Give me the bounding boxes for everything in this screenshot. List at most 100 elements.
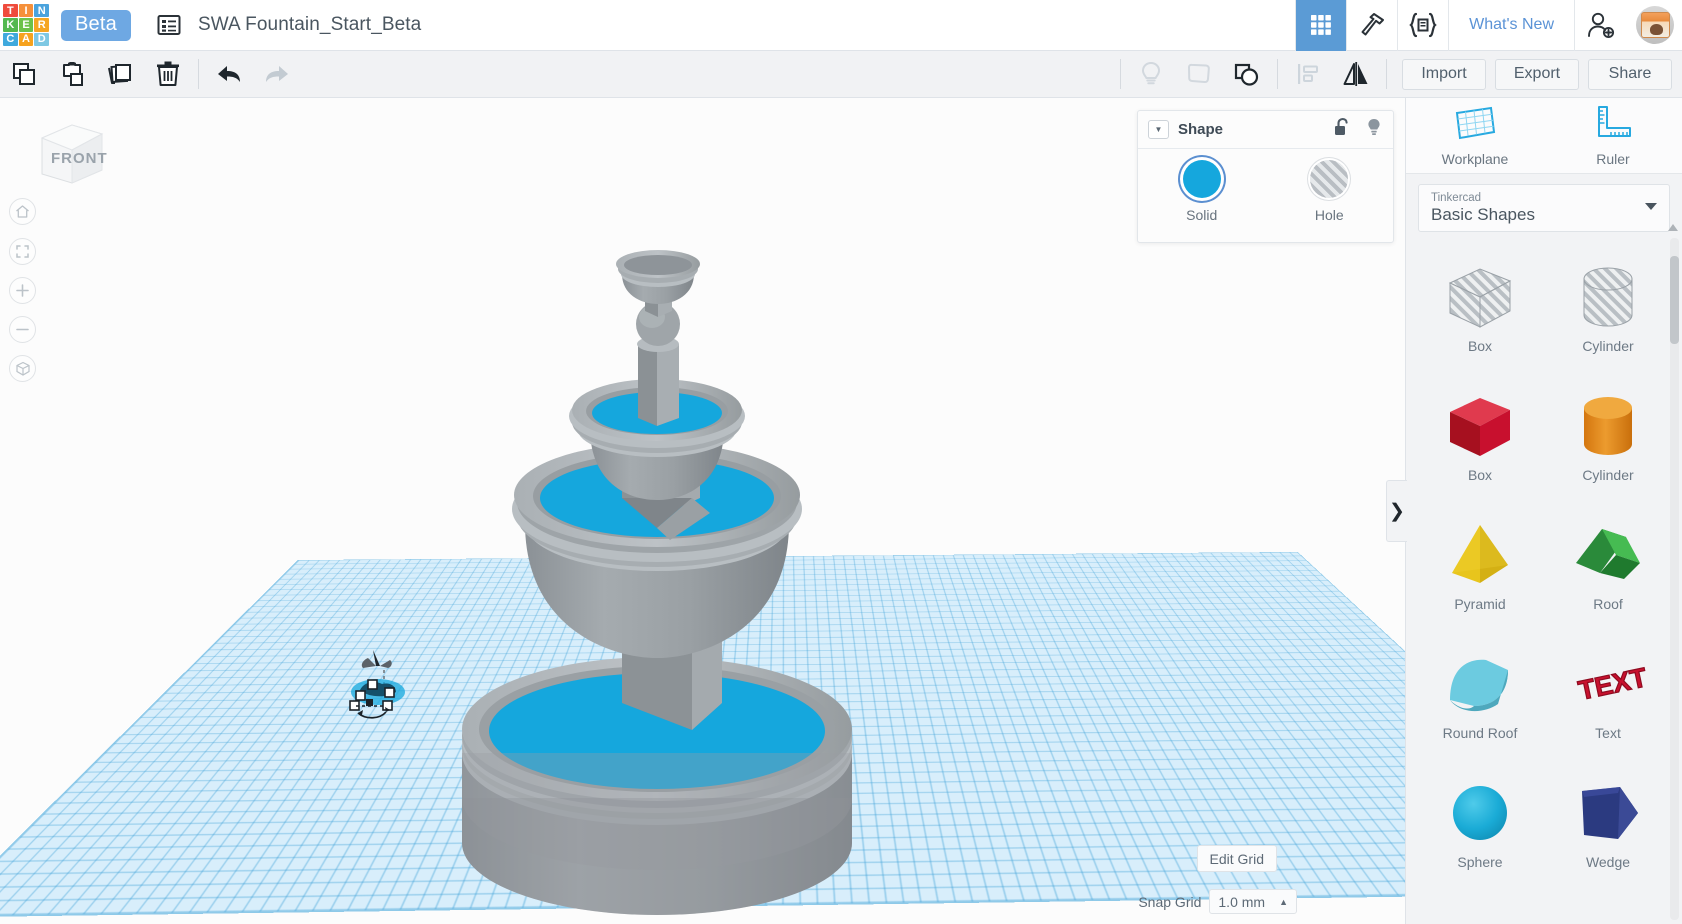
unlock-icon[interactable]	[1333, 117, 1351, 142]
shape-type-options: Solid Hole	[1138, 149, 1393, 223]
shape-item-wedge[interactable]: Wedge	[1548, 764, 1668, 893]
hole-label: Hole	[1314, 207, 1344, 223]
logo-tile-e: E	[18, 18, 34, 32]
toolbar-right-cluster: Import Export Share	[1114, 54, 1682, 94]
shape-item-pyramid[interactable]: Pyramid	[1420, 506, 1540, 635]
delete-button[interactable]	[144, 54, 192, 94]
top-bar-right-cluster: What's New	[1295, 0, 1682, 51]
right-sidebar: ❯ Workplane Ruler Tinkercad Basic Shapes…	[1386, 98, 1682, 924]
note-icon[interactable]	[1175, 54, 1223, 94]
whats-new-link[interactable]: What's New	[1448, 0, 1575, 51]
hole-swatch	[1310, 160, 1349, 198]
shape-hole-option[interactable]: Hole	[1310, 160, 1349, 223]
workplane-label: Workplane	[1441, 151, 1509, 167]
tinkercad-app: T I N K E R C A D Beta SWA Fountain_Star…	[0, 0, 1682, 924]
shape-label: Roof	[1593, 596, 1623, 612]
hole-cylinder-thumb	[1565, 254, 1651, 340]
shape-label: Cylinder	[1582, 338, 1634, 354]
duplicate-button[interactable]	[96, 54, 144, 94]
logo-tile-r: R	[34, 18, 49, 32]
shape-inspector-panel: ▼ Shape Solid Hole	[1137, 110, 1394, 243]
wedge-thumb	[1565, 770, 1651, 856]
ruler-label: Ruler	[1596, 151, 1630, 167]
scroll-up-arrow[interactable]	[1668, 224, 1678, 231]
export-button[interactable]: Export	[1495, 58, 1579, 90]
shape-item-box[interactable]: Box	[1420, 377, 1540, 506]
clipboard-group	[0, 51, 192, 98]
shape-item-sphere[interactable]: Sphere	[1420, 764, 1540, 893]
avatar-image	[1640, 12, 1670, 38]
workplane-tool[interactable]: Workplane	[1406, 104, 1544, 167]
ruler-icon	[1592, 104, 1634, 145]
shape-item-cylinder[interactable]: Cylinder	[1548, 377, 1668, 506]
shape-solid-option[interactable]: Solid	[1182, 160, 1221, 223]
edit-toolbar: Import Export Share	[0, 51, 1682, 98]
align-icon[interactable]	[1284, 54, 1332, 94]
light-bulb-icon[interactable]	[1127, 54, 1175, 94]
import-button[interactable]: Import	[1402, 58, 1486, 90]
shape-label: Round Roof	[1442, 725, 1518, 741]
toolbar-divider-2	[1120, 59, 1121, 89]
cylinder-thumb	[1565, 383, 1651, 469]
snap-grid-select[interactable]: 1.0 mm ▲	[1209, 889, 1297, 914]
shape-library-select[interactable]: Tinkercad Basic Shapes	[1418, 184, 1670, 232]
shape-panel-header: ▼ Shape	[1138, 111, 1393, 149]
group-button[interactable]	[1223, 54, 1271, 94]
sidebar-collapse-button[interactable]: ❯	[1386, 480, 1407, 542]
shape-label: Sphere	[1457, 854, 1503, 870]
tinkercad-logo[interactable]: T I N K E R C A D	[3, 4, 49, 46]
undo-button[interactable]	[205, 54, 253, 94]
box-thumb	[1437, 383, 1523, 469]
selected-object[interactable]	[338, 638, 428, 728]
chevron-down-icon	[1645, 203, 1657, 210]
shape-item-hole-cylinder[interactable]: Cylinder	[1548, 248, 1668, 377]
gallery-grid-icon[interactable]	[1295, 0, 1347, 51]
mirror-icon[interactable]	[1332, 54, 1380, 94]
logo-tile-i: I	[18, 4, 34, 18]
avatar[interactable]	[1636, 6, 1674, 44]
shape-label: Text	[1595, 725, 1621, 741]
shape-panel-title: Shape	[1178, 121, 1224, 138]
logo-tile-d: D	[34, 32, 49, 46]
snap-grid-label: Snap Grid	[1138, 893, 1202, 910]
shape-item-roof[interactable]: Roof	[1548, 506, 1668, 635]
code-brackets-icon[interactable]	[1397, 0, 1448, 51]
lightbulb-icon[interactable]	[1365, 117, 1383, 142]
shape-item-text[interactable]: TEXT Text	[1548, 635, 1668, 764]
hammer-icon[interactable]	[1346, 0, 1397, 51]
workplane-icon	[1453, 104, 1497, 145]
toolbar-divider	[198, 59, 199, 89]
top-bar: T I N K E R C A D Beta SWA Fountain_Star…	[0, 0, 1682, 51]
beta-badge[interactable]: Beta	[61, 9, 131, 41]
history-group	[205, 51, 301, 98]
toolbar-divider-4	[1386, 59, 1387, 89]
logo-tile-c: C	[3, 32, 18, 46]
redo-button[interactable]	[253, 54, 301, 94]
shape-item-round-roof[interactable]: Round Roof	[1420, 635, 1540, 764]
add-user-icon[interactable]	[1575, 0, 1626, 51]
share-button[interactable]: Share	[1588, 58, 1672, 90]
document-list-icon[interactable]	[157, 13, 181, 37]
chevron-up-icon: ▲	[1279, 896, 1288, 907]
shape-label: Pyramid	[1454, 596, 1506, 612]
paste-button[interactable]	[48, 54, 96, 94]
shape-panel-actions	[1333, 117, 1383, 142]
shape-label: Wedge	[1585, 854, 1631, 870]
sidebar-tools: Workplane Ruler	[1406, 98, 1682, 174]
ruler-tool[interactable]: Ruler	[1544, 104, 1682, 167]
shape-library-grid: Box Cylinder Box Cylinder Pyramid Roof R…	[1406, 236, 1682, 924]
snap-grid-value: 1.0 mm	[1218, 893, 1266, 910]
edit-grid-button[interactable]: Edit Grid	[1196, 845, 1277, 872]
shape-label: Box	[1467, 467, 1493, 483]
chevron-down-icon[interactable]: ▼	[1148, 120, 1169, 139]
shape-label: Box	[1467, 338, 1493, 354]
copy-button[interactable]	[0, 54, 48, 94]
library-source: Tinkercad	[1431, 191, 1482, 204]
shape-label: Cylinder	[1582, 467, 1634, 483]
svg-text:TEXT: TEXT	[1576, 662, 1648, 706]
solid-swatch	[1182, 160, 1221, 198]
logo-tile-a: A	[18, 32, 34, 46]
text-thumb: TEXT	[1565, 641, 1651, 727]
solid-label: Solid	[1186, 207, 1218, 223]
shape-item-hole-box[interactable]: Box	[1420, 248, 1540, 377]
